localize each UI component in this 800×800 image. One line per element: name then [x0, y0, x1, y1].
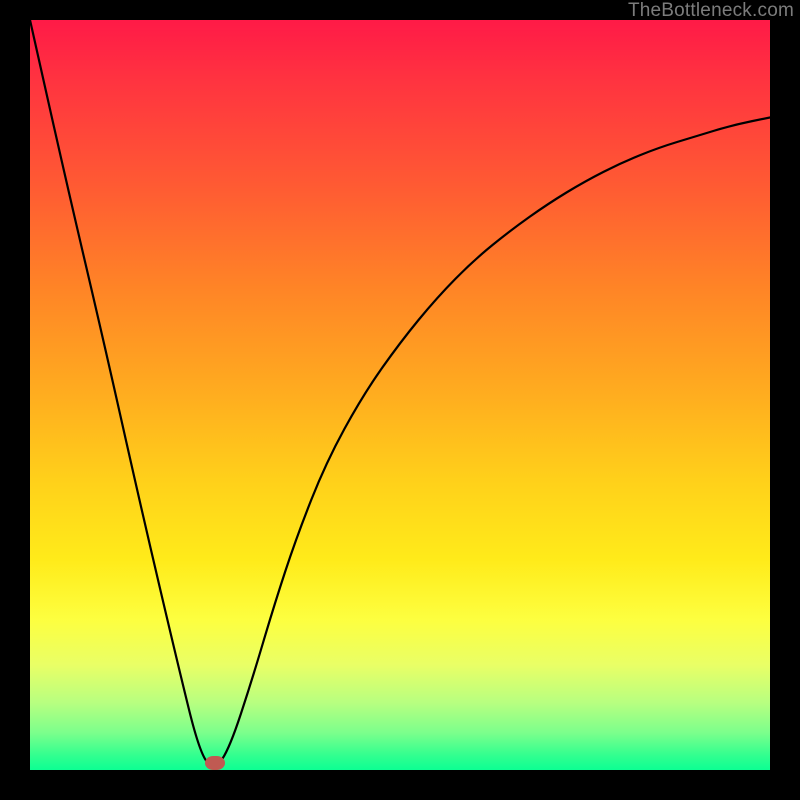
- plot-area: [30, 20, 770, 770]
- optimum-marker: [205, 756, 225, 770]
- chart-frame: TheBottleneck.com: [0, 0, 800, 800]
- bottleneck-curve: [30, 20, 770, 770]
- watermark-text: TheBottleneck.com: [628, 0, 794, 22]
